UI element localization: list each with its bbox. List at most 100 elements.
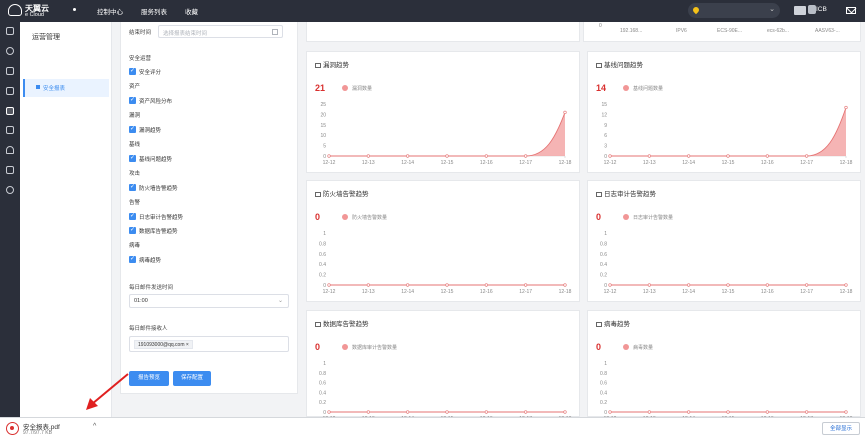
nav-favorites[interactable]: 收藏 — [185, 6, 198, 16]
y-tick-label: 0.4 — [319, 390, 326, 396]
table-cell: ECS-90E... — [717, 28, 743, 34]
data-point — [647, 283, 651, 287]
x-tick-label: 12-17 — [519, 289, 532, 295]
data-point — [327, 154, 331, 158]
top-left-card — [306, 22, 580, 42]
y-tick-label: 0.6 — [600, 252, 607, 258]
y-tick-label: 1 — [323, 231, 326, 237]
y-tick-label: 5 — [323, 144, 326, 150]
checkbox-label: 日志审计告警趋势 — [139, 215, 184, 221]
settings-icon[interactable] — [6, 47, 14, 55]
end-time-placeholder: 选择报表结束时间 — [163, 31, 208, 37]
chart-card-virus: 病毒趋势 0 病毒数量 00.20.40.60.8112-1212-1312-1… — [587, 310, 861, 418]
y-tick-label: 0.8 — [600, 241, 607, 247]
data-point — [844, 283, 848, 287]
data-point — [687, 410, 691, 414]
x-tick-label: 12-14 — [401, 160, 414, 166]
checkbox-label: 基线问题趋势 — [139, 157, 173, 163]
mail-time-label: 每日邮件发送时间 — [129, 285, 174, 291]
data-point — [406, 283, 410, 287]
bell-icon[interactable] — [6, 146, 14, 154]
series-line — [610, 107, 847, 157]
save-config-button[interactable]: 保存配置 — [173, 371, 211, 386]
mail-time-select[interactable]: 01:00 ⌄ — [129, 294, 289, 308]
data-point — [445, 410, 449, 414]
data-point — [524, 154, 528, 158]
x-tick-label: 12-16 — [761, 160, 774, 166]
data-point — [647, 154, 651, 158]
table-cell: AASV63-... — [815, 28, 840, 34]
chevron-up-icon[interactable]: ^ — [93, 423, 96, 430]
group-label: 告警 — [129, 200, 141, 206]
check-icon: ✓ — [129, 227, 136, 234]
chart-plot: 00.20.40.60.8112-1212-1312-1412-1512-161… — [600, 231, 853, 295]
database-icon[interactable] — [6, 126, 14, 134]
x-tick-label: 12-13 — [643, 289, 656, 295]
checkbox-label: 资产风险分布 — [139, 99, 173, 105]
chart-card-firewall: 防火墙告警趋势 0 防火墙告警数量 0 0.2 0.4 0.6 0.8 1 12-12 12-… — [306, 180, 580, 302]
gear-icon[interactable] — [6, 186, 14, 194]
logo[interactable]: 天翼云 e Cloud — [8, 2, 56, 20]
data-point — [484, 154, 488, 158]
y-tick-label: 0.4 — [600, 390, 607, 396]
y-tick-label: 0.4 — [319, 262, 326, 268]
mail-icon[interactable] — [846, 7, 856, 14]
report-preview-button[interactable]: 报告预览 — [129, 371, 169, 386]
x-tick-label: 12-12 — [604, 289, 617, 295]
x-tick-label: 12-18 — [840, 160, 853, 166]
data-point — [366, 283, 370, 287]
y-tick-label: 0.2 — [600, 400, 607, 406]
recipient-input[interactable]: 191093000@qq.com × — [129, 336, 289, 352]
checkbox-label: 病毒趋势 — [139, 258, 162, 264]
recipient-tag[interactable]: 191093000@qq.com × — [134, 340, 193, 349]
show-all-button[interactable]: 全部显示 — [822, 422, 860, 435]
group-label: 漏洞 — [129, 113, 141, 119]
checkbox-label: 漏洞趋势 — [139, 128, 162, 134]
nav-services[interactable]: 服务列表 — [141, 6, 167, 16]
data-point — [805, 154, 809, 158]
y-tick-label: 0.6 — [319, 252, 326, 258]
dot-icon — [73, 8, 76, 11]
user-name[interactable]: ICB — [816, 6, 827, 13]
x-tick-label: 12-15 — [722, 160, 735, 166]
check-icon: ✓ — [129, 213, 136, 220]
home-icon[interactable] — [6, 27, 14, 35]
folder-icon[interactable] — [794, 6, 806, 15]
region-selector[interactable]: ⌄ — [688, 3, 780, 18]
close-icon[interactable]: × — [186, 342, 189, 348]
data-point — [726, 154, 730, 158]
layers-icon[interactable] — [6, 67, 14, 75]
data-point — [765, 283, 769, 287]
x-tick-label: 12-15 — [722, 289, 735, 295]
check-icon: ✓ — [129, 256, 136, 263]
box-icon[interactable] — [6, 166, 14, 174]
chart-plot: 00.20.40.60.8112-1212-1312-1412-1512-161… — [319, 231, 572, 295]
y-tick-label: 0.2 — [319, 400, 326, 406]
data-point — [844, 105, 848, 110]
menu-item-label: 安全报表 — [43, 86, 66, 92]
document-icon[interactable] — [6, 87, 14, 95]
x-tick-label: 12-15 — [441, 160, 454, 166]
x-tick-label: 12-18 — [840, 289, 853, 295]
x-tick-label: 12-14 — [682, 289, 695, 295]
nav-console[interactable]: 控制中心 — [97, 6, 123, 16]
data-point — [406, 410, 410, 414]
end-time-picker[interactable]: 选择报表结束时间 — [158, 25, 283, 38]
chart-plot: 00.20.40.60.8112-1212-1312-1412-1512-161… — [600, 361, 853, 418]
series-area — [329, 112, 565, 156]
data-point — [563, 110, 567, 114]
data-point — [366, 154, 370, 158]
pdf-file-icon[interactable] — [6, 422, 19, 435]
check-icon: ✓ — [129, 126, 136, 133]
data-point — [687, 283, 691, 287]
secondary-menu: 运营管理 安全报表 — [20, 22, 112, 417]
y-tick-label: 0.8 — [319, 241, 326, 247]
data-point — [608, 154, 612, 158]
chevron-down-icon: ⌄ — [277, 298, 283, 304]
logo-sub: e Cloud — [25, 12, 44, 18]
x-tick-label: 12-18 — [559, 289, 572, 295]
menu-item-security-report[interactable]: 安全报表 — [23, 79, 109, 97]
y-tick-label: 10 — [320, 133, 326, 139]
avatar[interactable] — [808, 5, 816, 14]
monitor-icon[interactable] — [6, 107, 14, 115]
